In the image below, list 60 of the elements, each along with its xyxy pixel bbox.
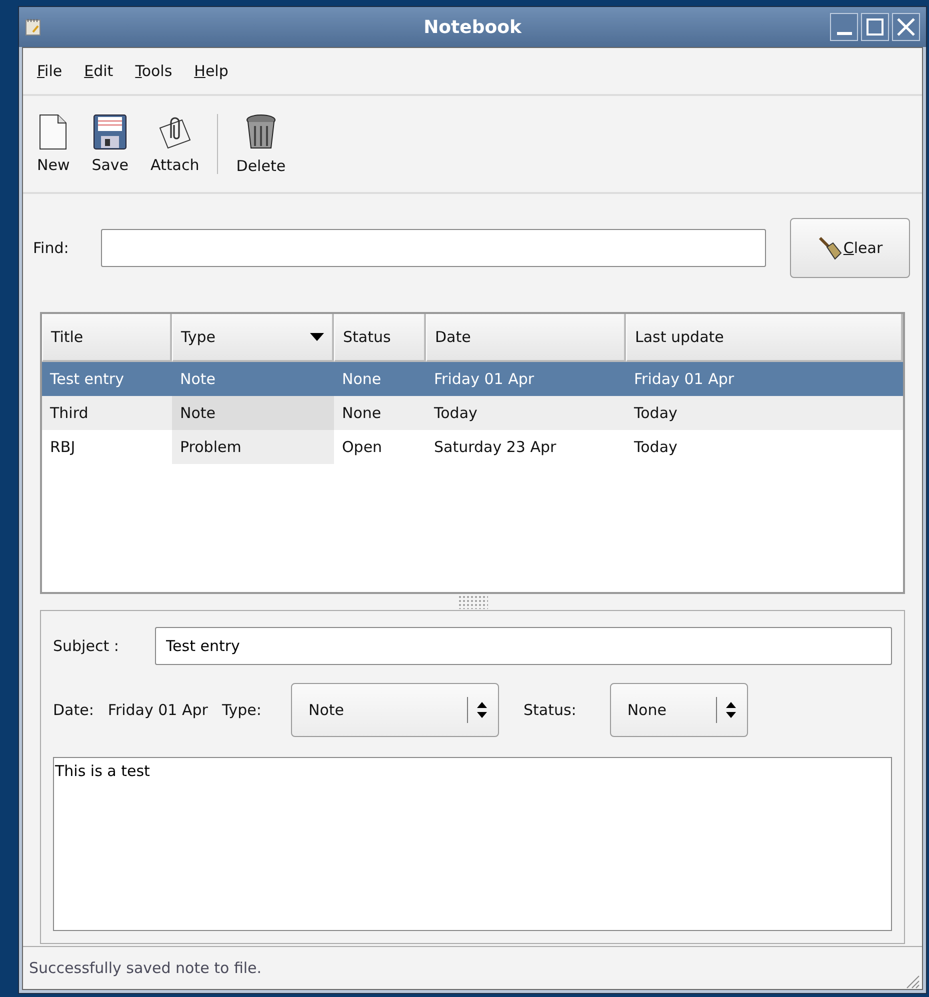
attach-button[interactable]: Attach <box>146 110 204 178</box>
resize-grip-icon <box>904 973 920 989</box>
find-field[interactable] <box>100 229 766 267</box>
clear-button[interactable]: Clear <box>790 218 910 278</box>
column-header[interactable]: Date <box>426 314 626 362</box>
table-cell-text: Test entry <box>49 369 125 390</box>
up-down-arrows-icon <box>725 701 738 720</box>
find-label: Find: <box>33 239 69 257</box>
type-combo[interactable]: Note <box>291 683 500 738</box>
note-text-area[interactable]: This is a test <box>53 756 892 931</box>
window-title: Notebook <box>424 16 522 38</box>
table-cell-text: None <box>341 369 382 390</box>
new-button[interactable]: New <box>33 110 74 178</box>
table-cell-text: RBJ <box>49 437 76 458</box>
brush-icon <box>817 235 844 261</box>
subject-field[interactable]: Test entry <box>154 626 892 664</box>
blank-page-icon <box>37 114 70 150</box>
table-cell-text: Today <box>433 403 478 424</box>
minimize-button[interactable] <box>830 13 858 41</box>
menu-item[interactable]: Help <box>194 62 228 80</box>
type-label: Type: <box>222 701 262 720</box>
menu-item[interactable]: Edit <box>84 62 114 80</box>
minimize-icon <box>836 32 852 35</box>
sort-arrow-icon <box>310 332 324 342</box>
close-button[interactable] <box>892 13 920 41</box>
table-cell-text: None <box>341 403 382 424</box>
table-cell-text: Today <box>633 437 678 458</box>
maximize-button[interactable] <box>861 13 889 41</box>
save-button[interactable]: Save <box>88 110 133 178</box>
date-value: Friday 01 Apr <box>108 701 208 720</box>
up-down-arrows-icon <box>476 701 488 720</box>
status-message: Successfully saved note to file. <box>29 959 262 977</box>
status-label: Status: <box>523 701 576 720</box>
table-cell-text: Open <box>341 437 384 458</box>
subject-label: Subject : <box>53 636 119 654</box>
table-cell-text: Note <box>179 369 217 390</box>
trash-can-icon <box>244 113 278 151</box>
status-combo[interactable]: None <box>610 683 748 738</box>
column-header[interactable]: Status <box>334 314 426 362</box>
table-row[interactable]: Test entry Note None Friday 01 Apr Friday 01 Apr <box>42 362 903 396</box>
delete-button[interactable]: Delete <box>232 109 290 179</box>
splitter-handle[interactable] <box>458 595 488 609</box>
table-cell-text: Third <box>49 403 90 424</box>
date-label: Date: <box>53 701 94 720</box>
notepad-icon <box>25 18 41 36</box>
table-cell-text: Saturday 23 Apr <box>433 437 558 458</box>
table-row[interactable]: RBJ Problem Open Saturday 23 Apr Today <box>42 430 903 464</box>
table-cell-text: Friday 01 Apr <box>433 369 536 390</box>
table-cell: Note <box>172 396 334 430</box>
table-cell-text: Friday 01 Apr <box>633 369 736 390</box>
menu-item[interactable]: File <box>37 62 62 80</box>
close-icon <box>895 16 917 38</box>
column-header[interactable]: Title <box>42 314 172 362</box>
menu-item[interactable]: Tools <box>135 62 172 80</box>
table-row[interactable]: Third Note None Today Today <box>42 396 903 430</box>
column-header[interactable]: Type <box>172 314 334 362</box>
column-header[interactable]: Last update <box>626 314 903 362</box>
table-cell: Problem <box>172 430 334 464</box>
table-cell-text: Today <box>633 403 678 424</box>
maximize-icon <box>864 16 886 38</box>
